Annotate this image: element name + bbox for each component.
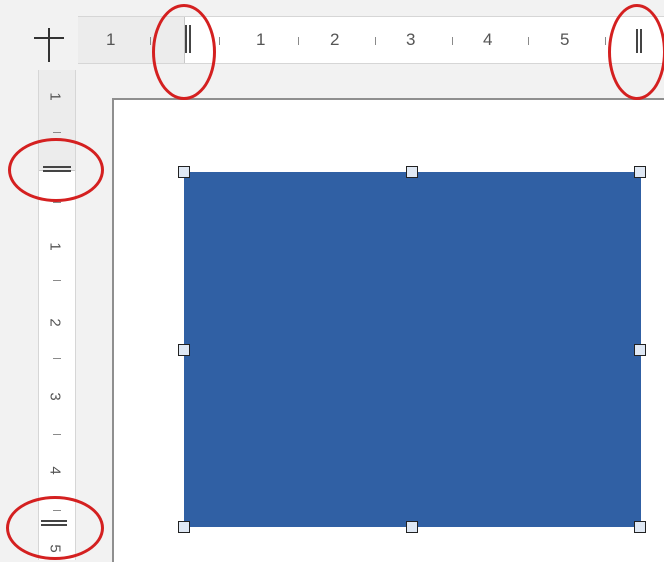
annotation-circle bbox=[152, 4, 216, 100]
annotation-circle bbox=[608, 4, 664, 100]
hruler-label: 1 bbox=[106, 30, 116, 49]
annotation-circle bbox=[8, 138, 104, 202]
hruler-label: 3 bbox=[406, 30, 416, 49]
ruler-corner[interactable] bbox=[20, 16, 70, 62]
vruler-label: 1 bbox=[46, 242, 64, 251]
resize-handle-bottom-center[interactable] bbox=[406, 521, 418, 533]
resize-handle-bottom-right[interactable] bbox=[634, 521, 646, 533]
resize-handle-top-right[interactable] bbox=[634, 166, 646, 178]
vruler-label: 4 bbox=[46, 466, 64, 475]
vruler-label: 3 bbox=[46, 392, 64, 401]
vruler-label: 2 bbox=[46, 318, 64, 327]
vruler-label: 1 bbox=[46, 92, 64, 101]
hruler-label: 1 bbox=[256, 30, 266, 49]
crosshair-icon bbox=[34, 28, 64, 62]
hruler-label: 2 bbox=[330, 30, 340, 49]
resize-handle-middle-right[interactable] bbox=[634, 344, 646, 356]
resize-handle-top-left[interactable] bbox=[178, 166, 190, 178]
resize-handle-top-center[interactable] bbox=[406, 166, 418, 178]
annotation-circle bbox=[6, 496, 104, 560]
selected-rectangle-shape[interactable] bbox=[184, 172, 641, 527]
hruler-label: 4 bbox=[483, 30, 493, 49]
hruler-label: 5 bbox=[560, 30, 570, 49]
resize-handle-bottom-left[interactable] bbox=[178, 521, 190, 533]
resize-handle-middle-left[interactable] bbox=[178, 344, 190, 356]
